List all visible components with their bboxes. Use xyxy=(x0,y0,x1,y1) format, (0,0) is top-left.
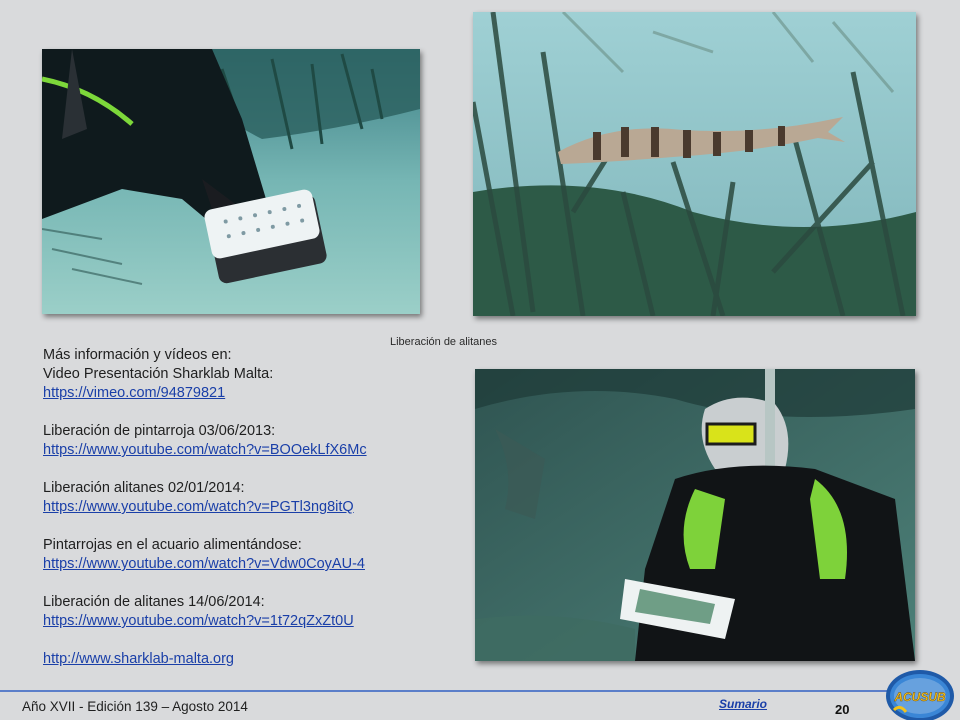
sumario-link[interactable]: Sumario xyxy=(719,697,767,711)
entry-link[interactable]: https://www.youtube.com/watch?v=Vdw0CoyA… xyxy=(43,555,463,574)
info-block: Más información y vídeos en: Video Prese… xyxy=(43,346,463,669)
site-link[interactable]: http://www.sharklab-malta.org xyxy=(43,650,463,669)
acusub-logo[interactable]: ACUSUB xyxy=(880,666,956,720)
entry-label: Pintarrojas en el acuario alimentándose: xyxy=(43,537,302,553)
entry-link[interactable]: https://www.youtube.com/watch?v=1t72qZxZ… xyxy=(43,612,463,631)
photo-diver-box xyxy=(42,49,420,314)
entry-label: Video Presentación Sharklab Malta: xyxy=(43,366,274,382)
photo-shark-seagrass xyxy=(473,12,916,316)
logo-text: ACUSUB xyxy=(893,690,946,704)
entry-label: Liberación alitanes 02/01/2014: xyxy=(43,480,245,496)
entry-link[interactable]: https://vimeo.com/94879821 xyxy=(43,384,463,403)
entry-link[interactable]: https://www.youtube.com/watch?v=PGTl3ng8… xyxy=(43,498,463,517)
entry-label: Liberación de alitanes 14/06/2014: xyxy=(43,594,265,610)
page-number: 20 xyxy=(835,702,850,717)
photo-diver-release xyxy=(475,369,915,661)
info-heading: Más información y vídeos en: xyxy=(43,347,232,363)
entry-link[interactable]: https://www.youtube.com/watch?v=BOOekLfX… xyxy=(43,441,463,460)
entry-label: Liberación de pintarroja 03/06/2013: xyxy=(43,423,276,439)
footer-edition: Año XVII - Edición 139 – Agosto 2014 xyxy=(22,699,248,714)
